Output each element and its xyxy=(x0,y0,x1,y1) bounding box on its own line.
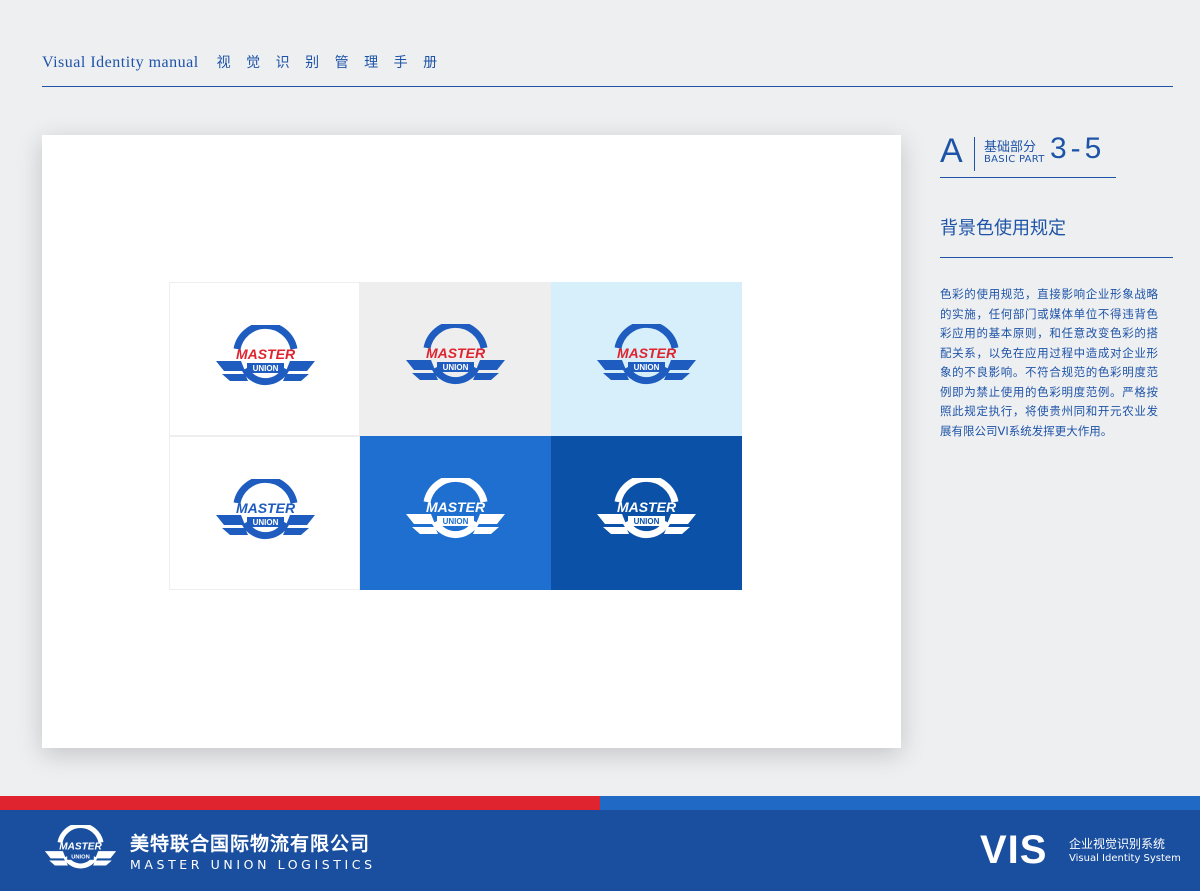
logo-wing-right-upper xyxy=(667,360,696,370)
logo-word-union: UNION xyxy=(443,517,469,526)
sample-light-gray-bg: MASTER UNION xyxy=(360,282,551,436)
logo-word-union: UNION xyxy=(634,363,660,372)
vis-mark: VIS xyxy=(980,828,1048,872)
logo-wing-left-lower xyxy=(412,527,438,534)
sample-blue-bg: MASTER UNION xyxy=(360,436,551,590)
logo-word-union: UNION xyxy=(253,518,279,527)
logo-icon: MASTER UNION xyxy=(216,479,315,539)
logo-icon: MASTER UNION xyxy=(406,478,505,538)
section-letter: A xyxy=(940,132,963,170)
company-name-en: MASTER UNION LOGISTICS xyxy=(130,857,376,872)
logo-wing-left-lower xyxy=(222,374,248,381)
vis-label-en: Visual Identity System xyxy=(1069,853,1181,864)
logo-icon: MASTER UNION xyxy=(597,478,696,538)
logo-icon: MASTER UNION xyxy=(597,324,696,384)
logo-wing-left-lower xyxy=(603,527,629,534)
manual-title: Visual Identity manual 视 觉 识 别 管 理 手 册 xyxy=(42,52,443,72)
background-color-grid: MASTER UNION MASTER UNION MASTER UNION MAST… xyxy=(169,282,742,590)
topic-title: 背景色使用规定 xyxy=(940,218,1066,239)
topic-description: 色彩的使用规范，直接影响企业形象战略的实施，任何部门或媒体单位不得违背色彩应用的… xyxy=(940,287,1158,438)
logo-wing-right-lower xyxy=(283,528,309,535)
vis-label-cn: 企业视觉识别系统 xyxy=(1069,837,1166,851)
logo-wing-right-upper xyxy=(476,360,505,370)
logo-wing-right-lower xyxy=(473,373,499,380)
section-separator xyxy=(974,137,975,171)
logo-wing-left-lower xyxy=(412,373,438,380)
logo-word-master: MASTER xyxy=(617,345,677,361)
section-name-en: BASIC PART xyxy=(984,154,1045,165)
logo-wing-left-upper xyxy=(597,514,626,524)
section-name-cn: 基础部分 xyxy=(984,140,1037,155)
sample-card: MASTER UNION MASTER UNION MASTER UNION MAST… xyxy=(42,135,901,748)
sample-light-cyan-bg: MASTER UNION xyxy=(551,282,742,436)
logo-word-master: MASTER xyxy=(236,346,296,362)
logo-wing-right-lower xyxy=(664,373,690,380)
logo-icon: MASTER UNION xyxy=(406,324,505,384)
logo-word-master: MASTER xyxy=(236,500,296,516)
topic-divider xyxy=(940,257,1173,258)
logo-wing-right-upper xyxy=(286,515,315,525)
footer-logo-word2: UNION xyxy=(71,854,90,860)
logo-wing-left-lower xyxy=(222,528,248,535)
section-divider xyxy=(940,177,1116,178)
header-divider xyxy=(42,86,1173,87)
logo-word-union: UNION xyxy=(443,363,469,372)
sample-white-bg-mono: MASTER UNION xyxy=(169,436,360,590)
footer-red-stripe xyxy=(0,796,600,810)
footer-logo-word1: MASTER xyxy=(59,842,102,853)
logo-wing-left-upper xyxy=(406,514,435,524)
logo-wing-right-lower xyxy=(664,527,690,534)
logo-wing-left-upper xyxy=(216,515,245,525)
sample-white-bg: MASTER UNION xyxy=(169,282,360,436)
logo-wing-right-upper xyxy=(667,514,696,524)
footer-blue-stripe xyxy=(600,796,1200,810)
logo-word-master: MASTER xyxy=(617,499,677,515)
logo-word-union: UNION xyxy=(634,517,660,526)
section-number: 3-5 xyxy=(1050,132,1106,165)
logo-word-master: MASTER xyxy=(426,345,486,361)
logo-wing-right-lower xyxy=(283,374,309,381)
logo-wing-left-upper xyxy=(597,360,626,370)
logo-word-master: MASTER xyxy=(426,499,486,515)
logo-wing-left-lower xyxy=(603,373,629,380)
company-name-cn: 美特联合国际物流有限公司 xyxy=(130,833,371,855)
company-logo-icon: MASTER UNION xyxy=(44,825,117,869)
logo-word-union: UNION xyxy=(253,364,279,373)
logo-wing-right-lower xyxy=(473,527,499,534)
logo-wing-right-upper xyxy=(286,361,315,371)
sample-dark-blue-bg: MASTER UNION xyxy=(551,436,742,590)
logo-wing-left-upper xyxy=(216,361,245,371)
logo-wing-right-upper xyxy=(476,514,505,524)
logo-wing-left-upper xyxy=(406,360,435,370)
manual-title-cn: 视 觉 识 别 管 理 手 册 xyxy=(216,56,444,71)
logo-icon: MASTER UNION xyxy=(216,325,315,385)
manual-title-en: Visual Identity manual xyxy=(42,54,199,71)
